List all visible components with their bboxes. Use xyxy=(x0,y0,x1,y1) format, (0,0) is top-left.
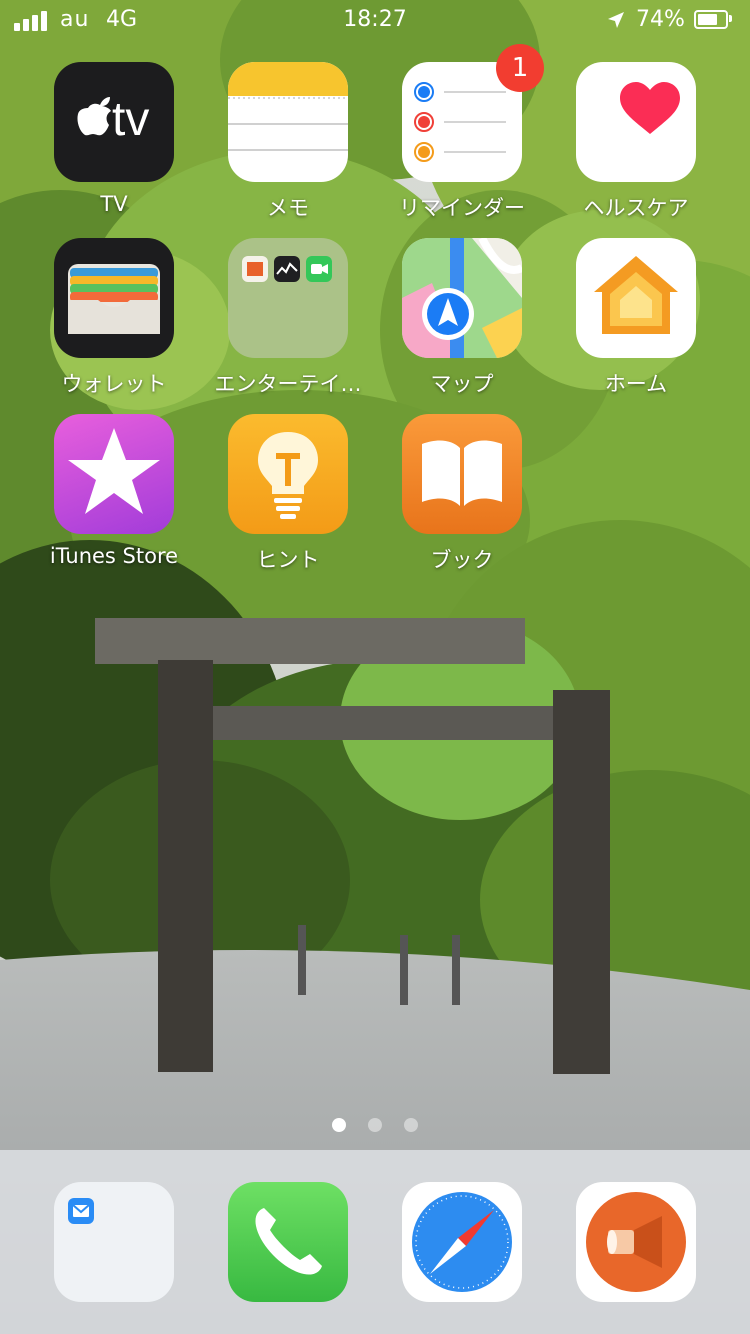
tv-icon-text: tv xyxy=(112,93,150,146)
books-icon xyxy=(402,414,522,534)
mail-folder-icon xyxy=(68,1198,94,1224)
page-indicator[interactable] xyxy=(0,1117,750,1136)
itunes-store-icon xyxy=(54,414,174,534)
app-label: エンターテイ… xyxy=(214,372,362,396)
app-tips[interactable]: ヒント xyxy=(201,414,375,574)
home-icon xyxy=(576,238,696,358)
phone-icon xyxy=(255,1208,322,1275)
wallet-icon xyxy=(54,238,174,358)
app-label: ウォレット xyxy=(61,372,167,396)
app-label: TV xyxy=(100,192,128,216)
dock xyxy=(0,1150,750,1334)
location-arrow-icon xyxy=(608,12,624,28)
app-books[interactable]: ブック xyxy=(375,414,549,574)
dock-safari[interactable] xyxy=(402,1182,522,1302)
notification-badge: 1 xyxy=(496,44,544,92)
safari-icon xyxy=(412,1192,512,1292)
app-label: ヘルスケア xyxy=(583,196,689,220)
app-label: リマインダー xyxy=(399,196,525,220)
dock-megaphone-app[interactable] xyxy=(576,1182,696,1302)
page-dot[interactable] xyxy=(404,1118,418,1132)
health-icon xyxy=(576,62,696,182)
home-screen: au 4G 18:27 74% tv TV メモ 1 リマインダー ヘルスケア … xyxy=(0,0,750,1334)
app-notes[interactable]: メモ xyxy=(201,62,375,222)
app-label: iTunes Store xyxy=(49,544,179,568)
maps-icon xyxy=(402,238,522,358)
battery-percentage: 74% xyxy=(636,7,685,32)
app-maps[interactable]: マップ xyxy=(375,238,549,398)
page-dot[interactable] xyxy=(368,1118,382,1132)
app-label: メモ xyxy=(267,196,309,220)
dock-phone[interactable] xyxy=(228,1182,348,1302)
app-label: ヒント xyxy=(256,548,320,572)
app-reminders[interactable]: 1 リマインダー xyxy=(375,44,549,222)
app-folder-entertainment[interactable]: エンターテイ… xyxy=(201,238,375,398)
page-dot[interactable] xyxy=(332,1118,346,1132)
tips-icon xyxy=(228,414,348,534)
app-label: マップ xyxy=(430,372,494,396)
app-wallet[interactable]: ウォレット xyxy=(27,238,201,398)
folder-icon xyxy=(228,238,348,358)
app-health[interactable]: ヘルスケア xyxy=(549,62,723,222)
app-itunes-store[interactable]: iTunes Store xyxy=(27,414,201,568)
app-tv[interactable]: tv TV xyxy=(27,62,201,216)
apple-tv-icon: tv xyxy=(54,62,174,182)
notes-icon xyxy=(228,62,348,182)
status-bar: au 4G 18:27 74% xyxy=(0,0,750,40)
dock-mail-folder[interactable] xyxy=(54,1182,174,1302)
megaphone-icon xyxy=(586,1192,686,1292)
app-label: ブック xyxy=(430,548,494,572)
app-label: ホーム xyxy=(604,372,668,396)
app-home[interactable]: ホーム xyxy=(549,238,723,398)
battery-icon xyxy=(694,10,728,29)
